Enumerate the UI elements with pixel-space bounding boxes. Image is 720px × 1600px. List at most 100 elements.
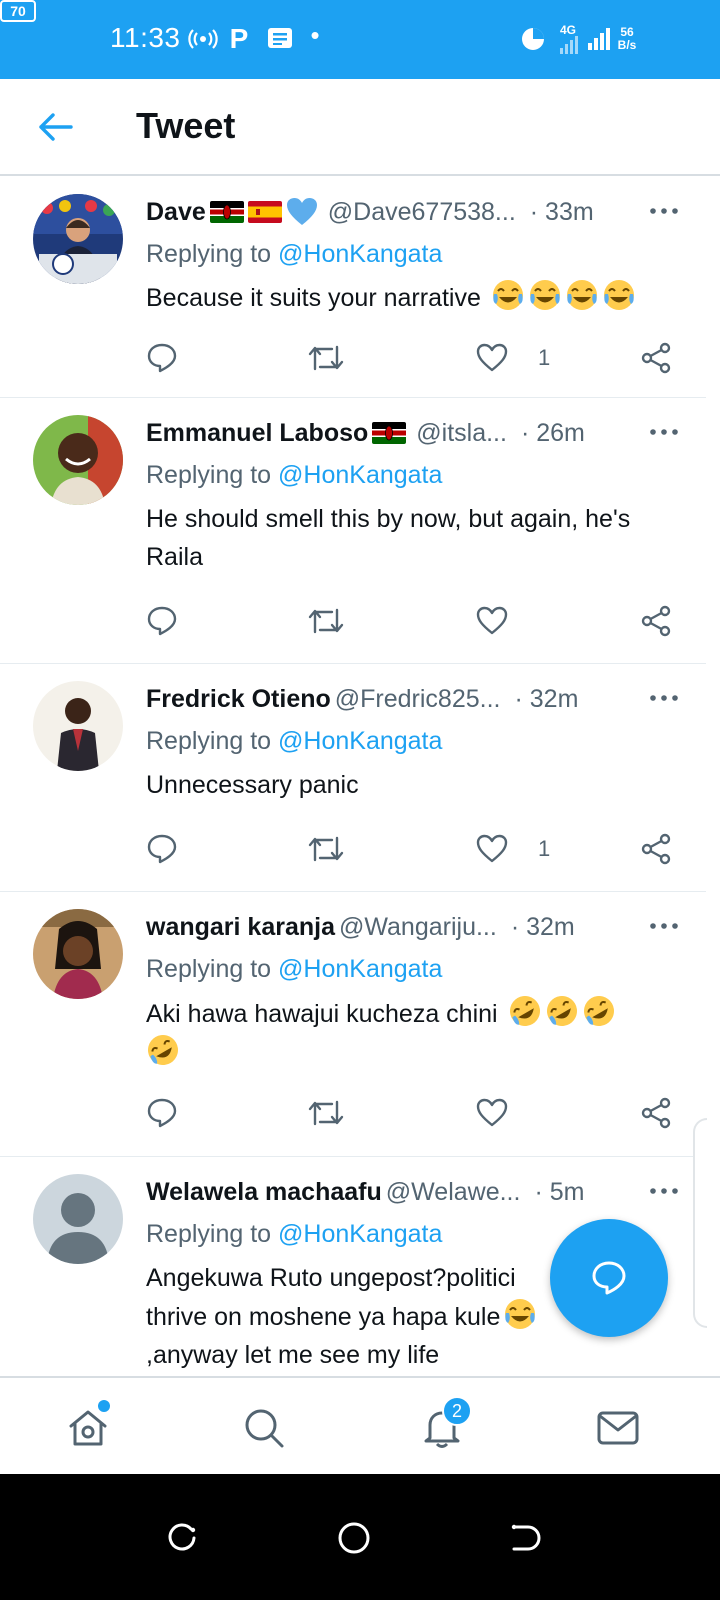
like-button[interactable]: [476, 1093, 538, 1133]
tweet-text: Because it suits your narrative: [146, 278, 686, 317]
tweet-text-content: Because it suits your narrative: [146, 284, 481, 312]
more-options-button[interactable]: [646, 911, 682, 941]
tweet-header-row: wangari karanja @Wangariju... · 32m: [146, 909, 686, 945]
tweet-text-content: Unnecessary panic: [146, 771, 359, 799]
more-options-button[interactable]: [646, 417, 682, 447]
avatar[interactable]: [33, 681, 123, 771]
retweet-button[interactable]: [308, 1093, 344, 1133]
display-name[interactable]: Dave: [146, 198, 206, 227]
hotspot-icon: [188, 24, 218, 54]
display-name[interactable]: Welawela machaafu: [146, 1178, 382, 1207]
more-dots-icon: [650, 923, 678, 929]
more-options-button[interactable]: [646, 1176, 682, 1206]
like-button[interactable]: 1: [476, 338, 550, 378]
tweet-header-row: Welawela machaafu @Welawe... · 5m: [146, 1174, 686, 1210]
nav-messages[interactable]: [594, 1404, 642, 1452]
user-handle[interactable]: @Dave677538...: [328, 198, 516, 227]
share-icon: [641, 1097, 671, 1129]
mention-link[interactable]: @HonKangata: [278, 461, 442, 489]
reply-button[interactable]: [146, 338, 178, 378]
more-dots-icon: [650, 695, 678, 701]
share-button[interactable]: [640, 829, 672, 869]
status-bar: 11:33 P • 4G 56 B/s 70: [0, 0, 720, 79]
retweet-button[interactable]: [308, 338, 344, 378]
user-handle[interactable]: @Fredric825...: [335, 685, 501, 714]
tears-of-joy-emoji: [528, 278, 562, 312]
reply-icon: [147, 606, 177, 636]
tweet-actions: 1: [146, 829, 686, 869]
reply-icon: [147, 1098, 177, 1128]
scroll-handle[interactable]: [693, 1118, 707, 1328]
mention-link[interactable]: @HonKangata: [278, 240, 442, 268]
avatar[interactable]: [33, 909, 123, 999]
like-button[interactable]: 1: [476, 829, 550, 869]
compose-reply-button[interactable]: [550, 1219, 668, 1337]
tweet-item[interactable]: Fredrick Otieno @Fredric825... · 32m Rep…: [0, 665, 706, 892]
display-name[interactable]: Emmanuel Laboso: [146, 419, 368, 448]
system-home-button[interactable]: [334, 1518, 374, 1558]
tweet-time: · 5m: [534, 1177, 585, 1206]
system-navigation-bar: [0, 1474, 720, 1600]
network-type-icon: 4G: [552, 24, 584, 54]
user-handle[interactable]: @Welawe...: [386, 1178, 521, 1207]
network-speed: 56 B/s: [612, 24, 642, 54]
status-time: 11:33: [110, 22, 181, 53]
more-options-button[interactable]: [646, 196, 682, 226]
more-notifications-dot: •: [310, 19, 320, 50]
tweet-item[interactable]: Dave @Dave677538... · 33m Replying to @H…: [0, 178, 706, 398]
retweet-icon: [308, 836, 344, 862]
tears-of-joy-emoji: [602, 278, 636, 312]
recents-button[interactable]: [162, 1518, 202, 1558]
name-emoji-group: [372, 422, 407, 444]
reply-icon: [147, 834, 177, 864]
retweet-button[interactable]: [308, 829, 344, 869]
system-back-button[interactable]: [505, 1518, 545, 1558]
tweet-text: He should smell this by now, but again, …: [146, 500, 686, 576]
like-button[interactable]: [476, 601, 538, 641]
share-button[interactable]: [640, 338, 672, 378]
recents-icon: [168, 1523, 196, 1551]
user-handle[interactable]: @itsla...: [416, 419, 507, 448]
mention-link[interactable]: @HonKangata: [278, 955, 442, 983]
share-button[interactable]: [640, 1093, 672, 1133]
reply-button[interactable]: [146, 1093, 178, 1133]
replying-to: Replying to @HonKangata: [146, 461, 442, 490]
tweet-text-content: Aki hawa hawajui kucheza chini: [146, 1000, 498, 1028]
blue-heart-icon: [286, 197, 318, 227]
display-name[interactable]: Fredrick Otieno: [146, 685, 331, 714]
more-dots-icon: [650, 429, 678, 435]
share-button[interactable]: [640, 601, 672, 641]
tweet-text-content: He should smell this by now, but again, …: [146, 505, 631, 571]
more-options-button[interactable]: [646, 683, 682, 713]
heart-icon: [476, 834, 508, 863]
nav-search[interactable]: [240, 1404, 288, 1452]
avatar[interactable]: [33, 1174, 123, 1264]
reply-timeline[interactable]: Dave @Dave677538... · 33m Replying to @H…: [0, 178, 720, 1400]
mention-link[interactable]: @HonKangata: [278, 1220, 442, 1248]
user-handle[interactable]: @Wangariju...: [339, 913, 497, 942]
back-button[interactable]: [34, 105, 78, 149]
tweet-time: · 33m: [529, 197, 594, 226]
avatar[interactable]: [33, 194, 123, 284]
notification-badge: 2: [442, 1396, 472, 1426]
page-title: Tweet: [136, 105, 236, 146]
tweet-time: · 32m: [510, 912, 575, 941]
tweet-header-row: Fredrick Otieno @Fredric825... · 32m: [146, 681, 686, 717]
reply-button[interactable]: [146, 829, 178, 869]
data-saver-icon: [520, 24, 546, 54]
retweet-button[interactable]: [308, 601, 344, 641]
tweet-text-line: ,anyway let me see my life: [146, 1341, 440, 1369]
more-dots-icon: [650, 1188, 678, 1194]
display-name[interactable]: wangari karanja: [146, 913, 335, 942]
heart-icon: [476, 606, 508, 635]
rofl-emoji: [508, 994, 542, 1028]
mention-link[interactable]: @HonKangata: [278, 727, 442, 755]
tweet-text: Aki hawa hawajui kucheza chini: [146, 994, 686, 1072]
tweet-header-row: Emmanuel Laboso @itsla... · 26m: [146, 415, 686, 451]
speed-unit: B/s: [617, 38, 637, 52]
tweet-item[interactable]: Emmanuel Laboso @itsla... · 26m Replying…: [0, 399, 706, 664]
avatar[interactable]: [33, 415, 123, 505]
tweet-item[interactable]: wangari karanja @Wangariju... · 32m Repl…: [0, 893, 706, 1157]
reply-button[interactable]: [146, 601, 178, 641]
tweet-actions: 1: [146, 338, 686, 378]
